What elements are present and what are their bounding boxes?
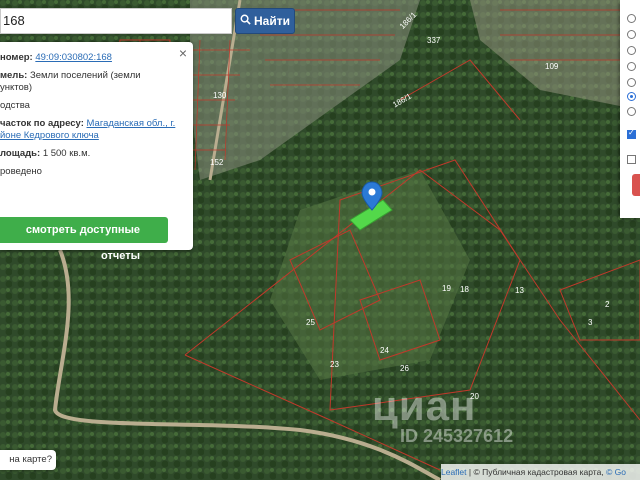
land-category-label: мель: [0,70,28,81]
address-link-cont[interactable]: йоне Кедрового ключа [0,130,99,141]
plot-label: 3 [588,318,593,327]
land-category-value: Земли поселений (земли [30,70,141,81]
plot-label: 24 [380,346,389,355]
layer-radio[interactable] [627,46,636,55]
area-label: лощадь: [0,148,41,159]
leaflet-link[interactable]: Leaflet [441,467,467,477]
survey-status-value: роведено [0,166,42,177]
close-icon[interactable]: × [179,45,187,61]
survey-status-row: роведено [0,166,189,178]
layer-radio[interactable] [627,78,636,87]
address-label: часток по адресу: [0,118,84,129]
plot-label: 130 [213,91,227,100]
apply-button[interactable] [632,174,640,196]
plot-label: 109 [545,62,559,71]
plot-label: 23 [330,360,339,369]
plot-label: 26 [400,364,409,373]
overlay-checkbox-checked[interactable] [627,128,636,139]
layer-radio[interactable] [627,107,636,116]
address-row: часток по адресу: Магаданская обл., г. й… [0,118,189,142]
permitted-use-value: одства [0,100,30,111]
attribution-cadastral: © Публичная кадастровая карта, [473,467,604,477]
cadastral-number-link[interactable]: 49:09:030802:168 [35,52,112,63]
plot-label: 13 [515,286,524,295]
permitted-use-row: одства [0,100,189,112]
map-question-button[interactable]: на карте? [0,450,56,470]
address-link[interactable]: Магаданская обл., г. [87,118,176,129]
plot-label: 25 [306,318,315,327]
land-category-row: мель: Земли поселений (земли унктов) [0,70,189,94]
find-button-label: Найти [254,14,290,28]
parcel-info-panel: × номер: 49:09:030802:168 мель: Земли по… [0,42,193,262]
plot-label: 337 [427,36,441,45]
area-value: 1 500 кв.м. [42,148,91,159]
layer-radio-selected[interactable] [627,92,636,101]
plot-label: 2 [605,300,610,309]
plot-label: 19 [442,284,451,293]
watermark-brand: циан [372,382,477,429]
attribution-separator: | [468,467,472,477]
map-attribution: Leaflet | © Публичная кадастровая карта,… [441,464,640,480]
plot-label: 18 [460,285,469,294]
attribution-google[interactable]: © Go [606,467,626,477]
plot-label: 152 [210,158,224,167]
search-input[interactable]: 168 [0,8,232,34]
layer-radio[interactable] [627,14,636,23]
cadastral-number-label: номер: [0,52,33,63]
search-icon [240,14,251,28]
land-category-value-cont: унктов) [0,82,32,93]
overlay-checkbox[interactable] [627,155,636,164]
view-reports-button[interactable]: смотреть доступные отчеты [0,217,168,262]
layer-radio[interactable] [627,30,636,39]
cadastral-number-row: номер: 49:09:030802:168 [0,52,189,64]
layer-switcher-panel [620,0,640,218]
layer-radio[interactable] [627,62,636,71]
watermark-id: ID 245327612 [400,426,514,446]
area-row: лощадь: 1 500 кв.м. [0,148,189,160]
find-button[interactable]: Найти [235,8,295,34]
